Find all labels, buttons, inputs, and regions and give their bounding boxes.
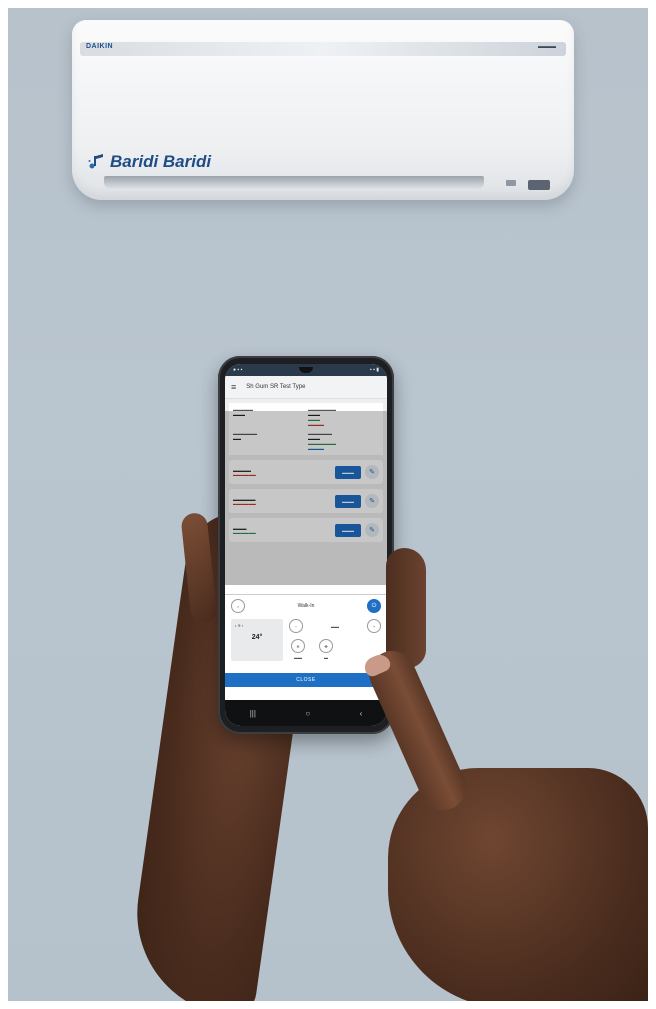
air-conditioner-unit: DAIKIN ▬▬▬ Baridi Baridi: [72, 20, 574, 200]
app-bar: ≡ Sh Gum SR Test Type: [225, 376, 387, 399]
sheet-header: ○ Walk-In ⏻: [225, 595, 387, 617]
smartphone: ● ▪ ▪ ▪ ▪ ▮ ≡ Sh Gum SR Test Type ▬▬▬▬▬ ▬…: [218, 356, 394, 734]
power-on-icon[interactable]: ⏻: [366, 599, 381, 613]
modal-overlay: [225, 411, 387, 585]
ac-product-logo: Baridi Baridi: [88, 152, 211, 172]
ac-model-badge: ▬▬▬: [538, 44, 556, 50]
status-left-icons: ● ▪ ▪: [233, 367, 243, 373]
power-off-button[interactable]: ○: [231, 599, 245, 613]
ac-logo-text: Baridi Baridi: [110, 152, 212, 171]
ac-display: [506, 180, 516, 186]
remote-bottom-sheet: ○ Walk-In ⏻ ▪ ❄ ▪ 24° − ▬▬ + ❄ ▬▬ ✤ ▬ CL…: [225, 594, 387, 687]
app-bar-title: Sh Gum SR Test Type: [246, 384, 306, 390]
fan-icon: ✤: [319, 639, 333, 653]
mode-button[interactable]: ❄ ▬▬: [291, 639, 305, 660]
nav-home-icon[interactable]: ○: [305, 709, 310, 718]
sheet-title: Walk-In: [297, 603, 315, 609]
phone-screen: ● ▪ ▪ ▪ ▪ ▮ ≡ Sh Gum SR Test Type ▬▬▬▬▬ ▬…: [225, 364, 387, 726]
mode-icon: ❄: [291, 639, 305, 653]
nav-recent-icon[interactable]: |||: [250, 709, 256, 718]
close-button[interactable]: CLOSE: [225, 673, 387, 687]
hamburger-menu-icon[interactable]: ≡: [231, 382, 236, 392]
mode-label: ▬▬: [294, 655, 302, 660]
fan-label: ▬: [324, 655, 328, 660]
mode-indicators: ▪ ❄ ▪: [235, 623, 244, 628]
temperature-controls: − ▬▬ +: [289, 619, 381, 633]
temperature-value: 24°: [251, 634, 263, 641]
scene: DAIKIN ▬▬▬ Baridi Baridi ● ▪ ▪ ▪ ▪ ▮ ≡ S…: [8, 8, 648, 1001]
remote-controls: − ▬▬ + ❄ ▬▬ ✤ ▬: [289, 619, 381, 661]
ac-top-panel: [80, 42, 566, 56]
mode-fan-controls: ❄ ▬▬ ✤ ▬: [289, 639, 381, 660]
ac-air-vent: [104, 176, 484, 190]
temperature-display: ▪ ❄ ▪ 24°: [231, 619, 283, 661]
camera-notch: [299, 367, 314, 373]
fan-button[interactable]: ✤ ▬: [319, 639, 333, 660]
plus-icon[interactable]: +: [367, 619, 381, 633]
minus-icon[interactable]: −: [289, 619, 303, 633]
sheet-body: ▪ ❄ ▪ 24° − ▬▬ + ❄ ▬▬ ✤ ▬: [225, 617, 387, 663]
app-content: ▬▬▬▬▬ ▬▬▬ ▬▬▬▬▬▬▬ ▬▬▬ ▬▬▬ ▬▬▬▬ ▬▬▬▬▬▬ ▬▬ ▬▬▬▬…: [225, 399, 387, 585]
ac-ir-sensor: [528, 180, 550, 190]
status-right-icons: ▪ ▪ ▮: [369, 367, 379, 373]
status-bar: ● ▪ ▪ ▪ ▪ ▮: [225, 364, 387, 376]
ac-brand-label: DAIKIN: [86, 43, 114, 50]
nav-back-icon[interactable]: ‹: [360, 709, 363, 718]
android-nav-bar: ||| ○ ‹: [225, 700, 387, 726]
music-note-logo-icon: [88, 154, 103, 169]
temp-control-label: ▬▬: [331, 623, 339, 629]
